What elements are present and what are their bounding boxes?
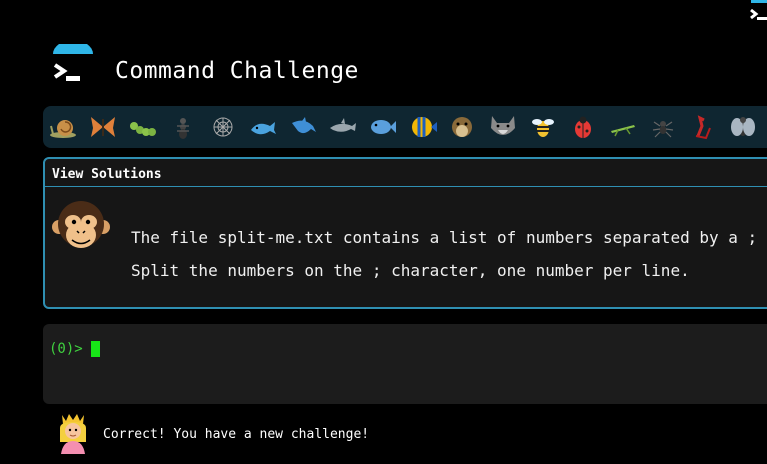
snail-icon[interactable] bbox=[43, 111, 83, 143]
ant-icon[interactable] bbox=[163, 111, 203, 143]
terminal-cursor[interactable] bbox=[91, 341, 100, 357]
monkey-face-icon bbox=[52, 197, 110, 255]
terminal-prompt-icon[interactable] bbox=[50, 40, 96, 86]
challenge-line-1: The file split-me.txt contains a list of… bbox=[131, 228, 767, 247]
fish-icon[interactable] bbox=[363, 111, 403, 143]
spider-icon[interactable] bbox=[643, 111, 683, 143]
spider-web-icon[interactable] bbox=[203, 111, 243, 143]
princess-icon bbox=[55, 412, 91, 454]
butterfly-icon[interactable] bbox=[83, 111, 123, 143]
corner-logo-icon bbox=[748, 0, 767, 26]
challenge-line-2: Split the numbers on the ; character, on… bbox=[131, 261, 690, 280]
whale-icon[interactable] bbox=[243, 111, 283, 143]
terminal-input-area[interactable]: (0)> bbox=[43, 324, 767, 404]
ladybug-icon[interactable] bbox=[563, 111, 603, 143]
view-solutions-toggle[interactable]: View Solutions bbox=[45, 159, 767, 187]
scorpion-icon[interactable] bbox=[683, 111, 723, 143]
blowfish-icon[interactable] bbox=[443, 111, 483, 143]
status-text: Correct! You have a new challenge! bbox=[103, 427, 370, 442]
tropical-fish-icon[interactable] bbox=[403, 111, 443, 143]
terminal-prompt: (0)> bbox=[49, 341, 83, 357]
wolf-icon[interactable] bbox=[483, 111, 523, 143]
bee-icon[interactable] bbox=[523, 111, 563, 143]
fly-icon[interactable] bbox=[723, 111, 763, 143]
cricket-icon[interactable] bbox=[603, 111, 643, 143]
challenge-panel: View Solutions The file split-me.txt con… bbox=[43, 157, 767, 309]
challenge-description: The file split-me.txt contains a list of… bbox=[131, 221, 767, 287]
dolphin-icon[interactable] bbox=[323, 111, 363, 143]
caterpillar-icon[interactable] bbox=[123, 111, 163, 143]
page-title: Command Challenge bbox=[115, 58, 359, 84]
creature-progress-bar bbox=[43, 106, 767, 148]
dolphin-icon[interactable] bbox=[283, 111, 323, 143]
